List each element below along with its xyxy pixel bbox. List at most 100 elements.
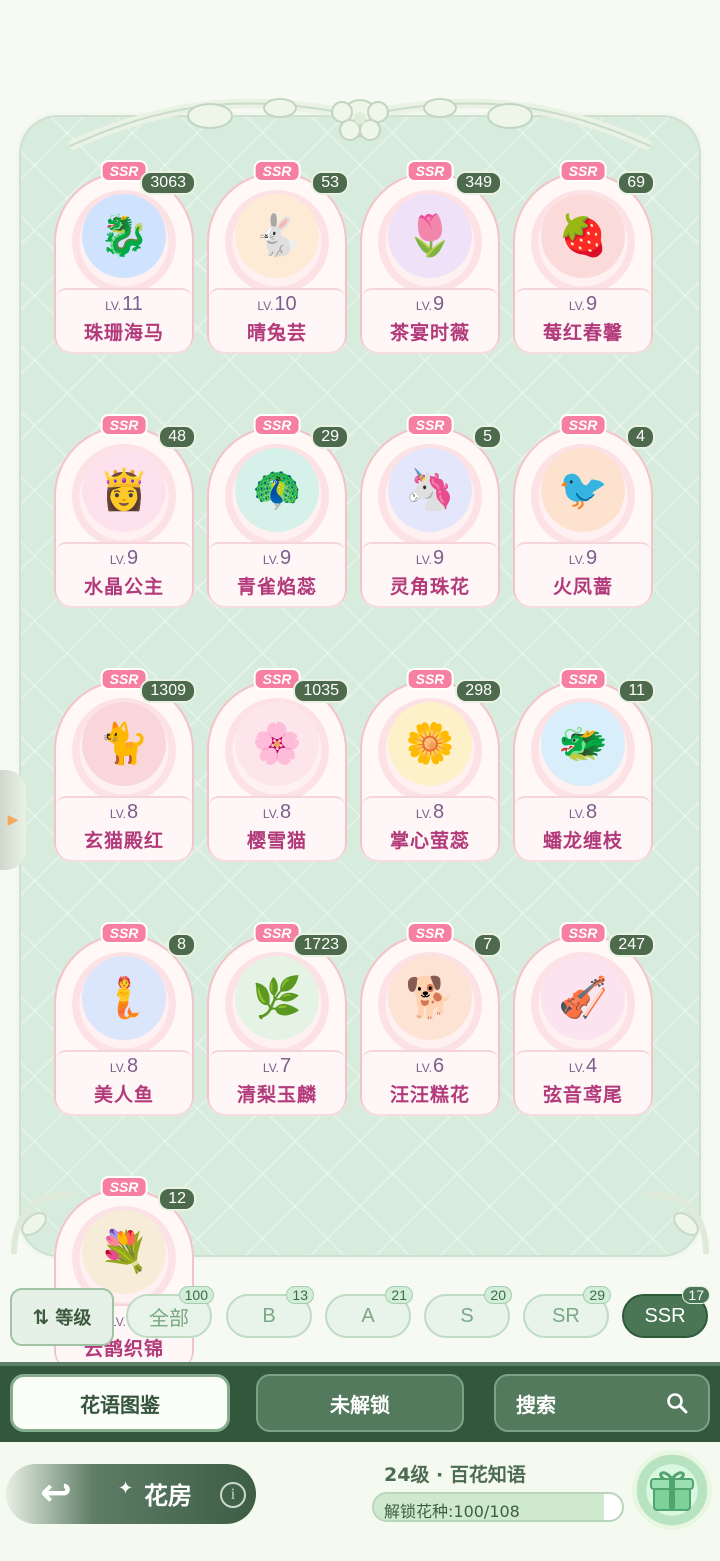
level-value: 9 [432, 547, 445, 569]
count-badge: 349 [455, 171, 502, 195]
flower-card[interactable]: 👸 SSR 48 LV.9 水晶公主 [54, 414, 196, 606]
level-value: 9 [279, 547, 292, 569]
flower-art: 🌷 [388, 194, 472, 278]
flower-art: 🐕 [388, 956, 472, 1040]
count-badge: 29 [311, 425, 349, 449]
rarity-filter-sr[interactable]: SR 29 [523, 1286, 611, 1338]
flower-card-grid: 🐉 SSR 3063 LV.11 珠珊海马 🐇 SSR 53 LV.10 晴兔芸… [54, 160, 655, 1368]
card-info: LV.8 樱雪猫 [209, 796, 345, 860]
filter-count-badge: 17 [682, 1286, 710, 1304]
search-button[interactable]: 搜索 [494, 1374, 710, 1432]
card-name: 灵角珠花 [389, 576, 470, 598]
rarity-badge: SSR [559, 668, 607, 690]
back-button[interactable]: ↩ ✦ 花房 i [6, 1464, 256, 1524]
rarity-filter-a[interactable]: A 21 [325, 1286, 413, 1338]
flower-card[interactable]: 🦄 SSR 5 LV.9 灵角珠花 [360, 414, 502, 606]
level-value: 11 [122, 293, 143, 315]
card-info: LV.8 蟠龙缠枝 [515, 796, 651, 860]
rarity-badge: SSR [253, 160, 301, 182]
flower-card[interactable]: 🐕 SSR 7 LV.6 汪汪糕花 [360, 922, 502, 1114]
flower-card[interactable]: 🧜 SSR 8 LV.8 美人鱼 [54, 922, 196, 1114]
flower-art: 🌼 [388, 702, 472, 786]
flower-card[interactable]: 🐈 SSR 1309 LV.8 玄猫殿红 [54, 668, 196, 860]
level-value: 9 [432, 293, 445, 315]
level-prefix: LV. [568, 1061, 585, 1075]
flower-card[interactable]: 🌿 SSR 1723 LV.7 清梨玉麟 [207, 922, 349, 1114]
flower-card[interactable]: 🐲 SSR 11 LV.8 蟠龙缠枝 [513, 668, 655, 860]
level-prefix: LV. [415, 1061, 432, 1075]
card-level: LV.8 [56, 801, 192, 824]
flower-art: 🐇 [235, 194, 319, 278]
flower-card[interactable]: 🌷 SSR 349 LV.9 茶宴时薇 [360, 160, 502, 352]
filter-count-badge: 100 [178, 1286, 214, 1304]
card-level: LV.9 [209, 547, 345, 570]
level-value: 4 [585, 1055, 598, 1077]
count-badge: 3063 [140, 171, 196, 195]
flower-art: 🦚 [235, 448, 319, 532]
rarity-filter-s[interactable]: S 20 [424, 1286, 512, 1338]
card-level: LV.4 [515, 1055, 651, 1078]
rarity-badge: SSR [100, 922, 148, 944]
info-icon[interactable]: i [220, 1482, 246, 1508]
flower-art: 🐈 [82, 702, 166, 786]
card-name: 火凤蔷 [552, 576, 613, 598]
flower-card[interactable]: 🦚 SSR 29 LV.9 青雀焰蕊 [207, 414, 349, 606]
flower-art: 🦄 [388, 448, 472, 532]
level-value: 8 [432, 801, 445, 823]
level-prefix: LV. [257, 299, 274, 313]
flower-card[interactable]: 🐇 SSR 53 LV.10 晴兔芸 [207, 160, 349, 352]
sort-arrows-icon: ⇅ [32, 1305, 50, 1329]
level-value: 7 [279, 1055, 292, 1077]
level-prefix: LV. [568, 553, 585, 567]
rarity-badge: SSR [559, 414, 607, 436]
card-name: 樱雪猫 [246, 830, 307, 852]
rarity-filter-全部[interactable]: 全部 100 [126, 1286, 214, 1338]
rarity-badge: SSR [406, 668, 454, 690]
rarity-filter-b[interactable]: B 13 [226, 1286, 314, 1338]
flower-card[interactable]: 🎻 SSR 247 LV.4 弦音鸢尾 [513, 922, 655, 1114]
rarity-badge: SSR [406, 414, 454, 436]
sort-by-level-button[interactable]: ⇅ 等级 [10, 1288, 114, 1346]
card-info: LV.9 灵角珠花 [362, 542, 498, 606]
flower-art: 🐦 [541, 448, 625, 532]
count-badge: 247 [608, 933, 655, 957]
sort-button-label: 等级 [55, 1308, 92, 1329]
flower-card[interactable]: 🍓 SSR 69 LV.9 莓红春馨 [513, 160, 655, 352]
filter-count-badge: 21 [385, 1286, 413, 1304]
flower-card[interactable]: 🐦 SSR 4 LV.9 火凤蔷 [513, 414, 655, 606]
card-name: 青雀焰蕊 [236, 576, 317, 598]
count-badge: 1309 [140, 679, 196, 703]
count-badge: 1035 [293, 679, 349, 703]
tab-atlas-label: 花语图鉴 [80, 1392, 160, 1417]
flower-card[interactable]: 🌸 SSR 1035 LV.8 樱雪猫 [207, 668, 349, 860]
card-name: 晴兔芸 [246, 322, 307, 344]
tab-flower-atlas[interactable]: 花语图鉴 [10, 1374, 230, 1432]
card-info: LV.11 珠珊海马 [56, 288, 192, 352]
flower-art: 👸 [82, 448, 166, 532]
level-prefix: LV. [415, 807, 432, 821]
flower-card[interactable]: 🌼 SSR 298 LV.8 掌心萤蕊 [360, 668, 502, 860]
level-prefix: LV. [262, 553, 279, 567]
count-badge: 48 [158, 425, 196, 449]
count-badge: 69 [617, 171, 655, 195]
gift-box-icon [650, 1471, 694, 1511]
card-info: LV.9 火凤蔷 [515, 542, 651, 606]
flower-art: 🌸 [235, 702, 319, 786]
count-badge: 12 [158, 1187, 196, 1211]
rarity-badge: SSR [406, 160, 454, 182]
flower-card[interactable]: 🐉 SSR 3063 LV.11 珠珊海马 [54, 160, 196, 352]
rarity-badge: SSR [406, 922, 454, 944]
rarity-filter-ssr[interactable]: SSR 17 [622, 1286, 710, 1338]
filter-label: S [460, 1304, 474, 1327]
gift-box-button[interactable] [632, 1450, 712, 1530]
back-arrow-icon: ↩ [40, 1470, 72, 1514]
level-value: 10 [274, 293, 297, 315]
count-badge: 5 [473, 425, 502, 449]
level-value: 8 [126, 801, 139, 823]
card-info: LV.8 玄猫殿红 [56, 796, 192, 860]
side-drawer-handle[interactable]: ▶ [0, 770, 26, 870]
flower-art: 🧜 [82, 956, 166, 1040]
tab-locked[interactable]: 未解锁 [256, 1374, 464, 1432]
level-prefix: LV. [568, 299, 585, 313]
card-level: LV.9 [362, 547, 498, 570]
